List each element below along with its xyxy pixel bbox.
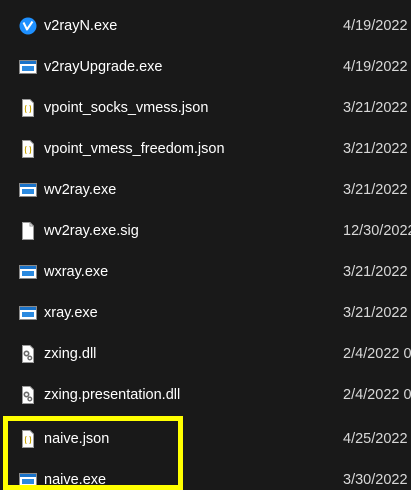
exe-window-icon xyxy=(19,181,37,199)
file-name: wxray.exe xyxy=(44,264,109,280)
file-date: 4/19/2022 xyxy=(343,18,408,34)
file-row-wv2ray-exe[interactable]: wv2ray.exe 3/21/2022 xyxy=(0,170,411,210)
file-name: wv2ray.exe xyxy=(44,182,117,198)
file-name: naive.json xyxy=(44,431,110,447)
exe-window-icon xyxy=(19,304,37,322)
json-file-icon xyxy=(19,99,37,117)
file-row-naive-json[interactable]: naive.json 4/25/2022 xyxy=(0,419,411,459)
file-date: 4/19/2022 xyxy=(343,59,408,75)
file-date: 3/30/2022 xyxy=(343,472,408,488)
file-date: 3/21/2022 xyxy=(343,305,408,321)
file-name: vpoint_socks_vmess.json xyxy=(44,100,209,116)
file-name: zxing.presentation.dll xyxy=(44,387,181,403)
file-date: 2/4/2022 0 xyxy=(343,387,411,403)
file-row-v2rayn-exe[interactable]: v2rayN.exe 4/19/2022 xyxy=(0,6,411,46)
file-row-vpoint-socks-vmess-json[interactable]: vpoint_socks_vmess.json 3/21/2022 xyxy=(0,88,411,128)
file-name: zxing.dll xyxy=(44,346,97,362)
file-date: 3/21/2022 xyxy=(343,141,408,157)
file-row-naive-exe[interactable]: naive.exe 3/30/2022 xyxy=(0,460,411,490)
exe-window-icon xyxy=(19,263,37,281)
exe-window-icon xyxy=(19,58,37,76)
json-file-icon xyxy=(19,140,37,158)
file-row-vpoint-vmess-freedom-json[interactable]: vpoint_vmess_freedom.json 3/21/2022 xyxy=(0,129,411,169)
json-file-icon xyxy=(19,430,37,448)
file-row-zxing-presentation-dll[interactable]: zxing.presentation.dll 2/4/2022 0 xyxy=(0,375,411,415)
blank-file-icon xyxy=(19,222,37,240)
dll-gear-file-icon xyxy=(19,386,37,404)
file-date: 3/21/2022 xyxy=(343,100,408,116)
file-name: naive.exe xyxy=(44,472,107,488)
file-date: 3/21/2022 xyxy=(343,182,408,198)
file-date: 2/4/2022 0 xyxy=(343,346,411,362)
dll-gear-file-icon xyxy=(19,345,37,363)
file-date: 12/30/2022 xyxy=(343,223,411,239)
file-name: v2rayUpgrade.exe xyxy=(44,59,163,75)
file-list: v2rayN.exe 4/19/2022 v2rayUpgrade.exe 4/… xyxy=(0,0,411,490)
file-name: wv2ray.exe.sig xyxy=(44,223,139,239)
file-row-xray-exe[interactable]: xray.exe 3/21/2022 xyxy=(0,293,411,333)
file-row-v2rayupgrade-exe[interactable]: v2rayUpgrade.exe 4/19/2022 xyxy=(0,47,411,87)
file-name: xray.exe xyxy=(44,305,98,321)
file-name: vpoint_vmess_freedom.json xyxy=(44,141,225,157)
exe-window-icon xyxy=(19,471,37,489)
file-name: v2rayN.exe xyxy=(44,18,118,34)
v2rayn-app-icon xyxy=(19,17,37,35)
file-date: 4/25/2022 xyxy=(343,431,408,447)
file-row-zxing-dll[interactable]: zxing.dll 2/4/2022 0 xyxy=(0,334,411,374)
file-row-wxray-exe[interactable]: wxray.exe 3/21/2022 xyxy=(0,252,411,292)
file-date: 3/21/2022 xyxy=(343,264,408,280)
file-row-wv2ray-exe-sig[interactable]: wv2ray.exe.sig 12/30/2022 xyxy=(0,211,411,251)
